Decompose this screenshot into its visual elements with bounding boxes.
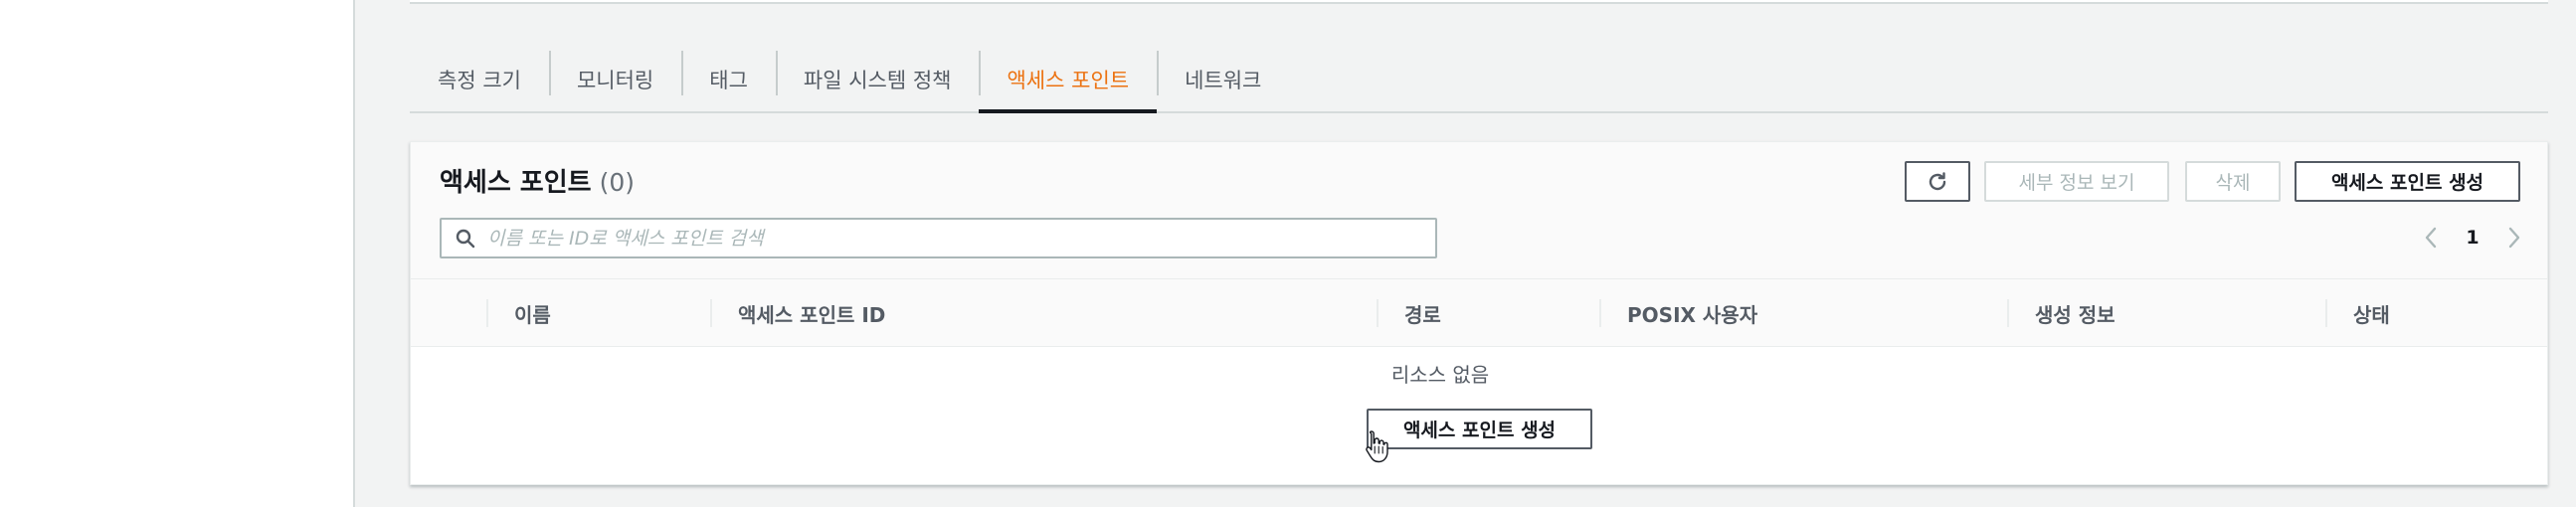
column-header-posix-user[interactable]: POSIX 사용자 bbox=[1599, 279, 2007, 347]
pagination: 1 bbox=[2418, 216, 2527, 259]
next-page-button[interactable] bbox=[2501, 225, 2527, 251]
panel-header: 액세스 포인트 (0) 세부 정보 보기 삭제 액세스 포인트 생성 이름 또는… bbox=[411, 142, 2547, 279]
column-label: POSIX 사용자 bbox=[1627, 302, 1758, 327]
column-header-status[interactable]: 상태 bbox=[2325, 279, 2524, 347]
refresh-button[interactable] bbox=[1905, 161, 1970, 202]
tab-tags[interactable]: 태그 bbox=[681, 48, 776, 111]
tab-label: 측정 크기 bbox=[438, 69, 521, 92]
panel-title: 액세스 포인트 (0) bbox=[440, 162, 635, 199]
tab-file-system-policy[interactable]: 파일 시스템 정책 bbox=[775, 48, 980, 111]
search-input[interactable] bbox=[487, 227, 1435, 250]
top-card-edge bbox=[410, 0, 2548, 4]
previous-page-button[interactable] bbox=[2418, 225, 2444, 251]
detail-tabs: 측정 크기 모니터링 태그 파일 시스템 정책 액세스 포인트 네트워크 bbox=[410, 48, 2548, 113]
tab-label: 액세스 포인트 bbox=[1007, 69, 1130, 92]
tab-monitoring[interactable]: 모니터링 bbox=[548, 48, 681, 111]
chevron-left-icon bbox=[2425, 227, 2437, 249]
item-count: (0) bbox=[599, 168, 635, 197]
refresh-icon bbox=[1929, 171, 1946, 190]
tab-metrics[interactable]: 측정 크기 bbox=[410, 48, 549, 111]
empty-state-create-button[interactable]: 액세스 포인트 생성 bbox=[1367, 409, 1592, 449]
search-icon bbox=[456, 229, 475, 248]
delete-button[interactable]: 삭제 bbox=[2185, 161, 2281, 202]
tab-label: 모니터링 bbox=[576, 69, 654, 92]
side-navigation-pane bbox=[0, 0, 355, 507]
column-header-creation-info[interactable]: 생성 정보 bbox=[2007, 279, 2325, 347]
column-label: 이름 bbox=[514, 302, 551, 327]
column-label: 경로 bbox=[1404, 302, 1441, 327]
column-header-access-point-id[interactable]: 액세스 포인트 ID bbox=[710, 279, 1377, 347]
tab-access-points[interactable]: 액세스 포인트 bbox=[979, 48, 1157, 113]
create-access-point-button[interactable]: 액세스 포인트 생성 bbox=[2295, 161, 2520, 202]
column-label: 액세스 포인트 ID bbox=[738, 302, 886, 327]
column-label: 생성 정보 bbox=[2035, 302, 2116, 327]
chevron-right-icon bbox=[2508, 227, 2520, 249]
tab-network[interactable]: 네트워크 bbox=[1157, 48, 1289, 111]
column-header-name[interactable]: 이름 bbox=[486, 279, 710, 347]
column-header-path[interactable]: 경로 bbox=[1377, 279, 1599, 347]
search-box bbox=[440, 218, 1437, 258]
table-header: 이름 액세스 포인트 ID 경로 POSIX 사용자 생성 정보 상태 bbox=[411, 279, 2547, 347]
tab-label: 태그 bbox=[709, 69, 748, 92]
column-label: 상태 bbox=[2353, 302, 2390, 327]
empty-state-message: 리소스 없음 bbox=[1390, 363, 1490, 387]
view-details-button[interactable]: 세부 정보 보기 bbox=[1984, 161, 2169, 202]
tab-label: 네트워크 bbox=[1185, 69, 1262, 92]
current-page[interactable]: 1 bbox=[2466, 227, 2479, 249]
tab-label: 파일 시스템 정책 bbox=[803, 69, 952, 92]
access-points-panel: 액세스 포인트 (0) 세부 정보 보기 삭제 액세스 포인트 생성 이름 또는… bbox=[410, 141, 2548, 485]
panel-title-text: 액세스 포인트 bbox=[440, 168, 592, 198]
